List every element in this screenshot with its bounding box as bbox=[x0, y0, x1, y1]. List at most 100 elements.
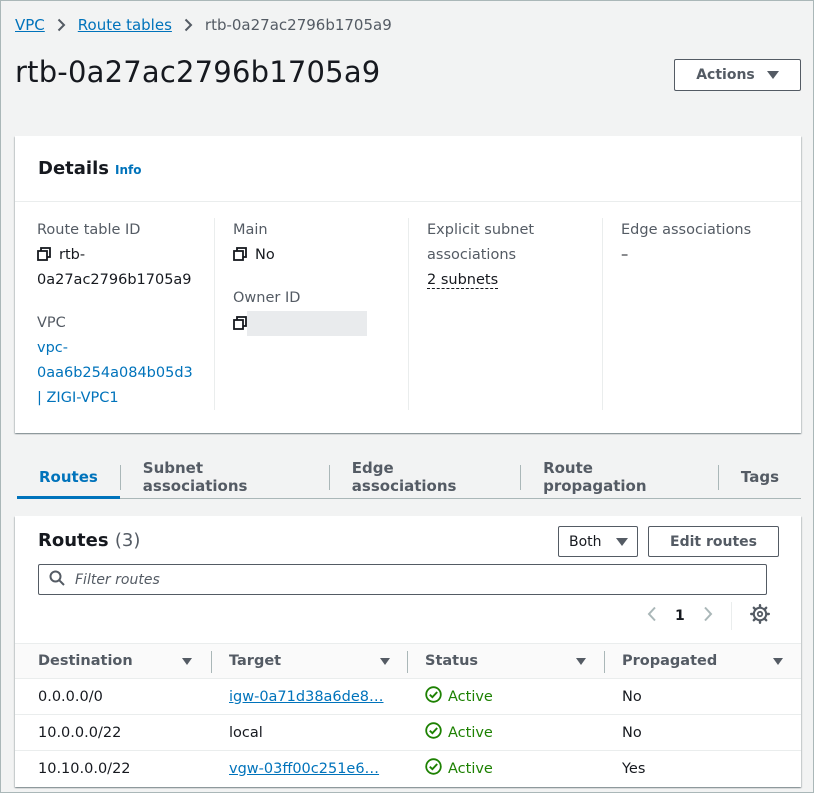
sort-caret-icon[interactable] bbox=[576, 658, 586, 665]
column-header-propagated[interactable]: Propagated bbox=[622, 644, 782, 678]
page-title: rtb-0a27ac2796b1705a9 bbox=[15, 55, 381, 89]
status-active: Active bbox=[425, 758, 493, 779]
main-label: Main bbox=[233, 222, 268, 238]
edge-associations-value: – bbox=[621, 247, 629, 263]
copy-icon[interactable] bbox=[233, 245, 247, 261]
route-table-id-value: rtb- 0a27ac2796b1705a9 bbox=[37, 243, 213, 293]
propagation-filter-select[interactable]: Both bbox=[558, 526, 638, 557]
main-value-row: No bbox=[233, 243, 408, 268]
tab-routes[interactable]: Routes bbox=[17, 457, 120, 499]
tab-edge-associations[interactable]: Edge associations bbox=[330, 457, 520, 497]
filter-routes-input[interactable] bbox=[75, 571, 715, 588]
sort-caret-icon[interactable] bbox=[380, 658, 390, 665]
cell-destination: 10.10.0.0/22 bbox=[38, 760, 131, 777]
gear-icon[interactable] bbox=[749, 604, 770, 628]
routes-table-header: Destination Target Status Propagated bbox=[15, 643, 801, 679]
column-header-propagated-label: Propagated bbox=[622, 653, 718, 669]
column-header-destination-label: Destination bbox=[38, 653, 133, 669]
column-header-status[interactable]: Status bbox=[425, 644, 585, 678]
owner-id-value-row bbox=[233, 311, 408, 337]
table-row: 10.0.0.0/22 local Active No bbox=[15, 715, 801, 751]
tab-bar: Routes Subnet associations Edge associat… bbox=[17, 457, 801, 499]
explicit-subnets-value[interactable]: 2 subnets bbox=[427, 272, 499, 289]
tab-subnet-associations[interactable]: Subnet associations bbox=[121, 457, 329, 497]
vpc-link[interactable]: vpc- 0aa6b254a084b05d3 | ZIGI-VPC1 bbox=[37, 336, 213, 411]
cell-propagated: No bbox=[622, 724, 642, 741]
details-column-4: Edge associations – bbox=[602, 218, 796, 410]
details-column-2: Main No Owner ID bbox=[214, 218, 408, 410]
caret-down-icon bbox=[615, 537, 628, 546]
status-active: Active bbox=[425, 722, 493, 743]
filter-routes-field[interactable] bbox=[38, 564, 767, 595]
search-icon bbox=[49, 570, 65, 590]
table-row: 0.0.0.0/0 igw-0a71d38a6de8… Active No bbox=[15, 679, 801, 715]
owner-id-redacted bbox=[247, 311, 367, 336]
cell-destination: 0.0.0.0/0 bbox=[38, 688, 103, 705]
details-column-1: Route table ID rtb- 0a27ac2796b1705a9 VP… bbox=[37, 218, 213, 410]
column-header-destination[interactable]: Destination bbox=[38, 644, 198, 678]
vpc-line2: 0aa6b254a084b05d3 bbox=[37, 365, 193, 381]
breadcrumb-vpc-link[interactable]: VPC bbox=[15, 16, 45, 34]
explicit-subnet-label-2: associations bbox=[427, 247, 517, 263]
column-header-target[interactable]: Target bbox=[229, 644, 389, 678]
edge-associations-label: Edge associations bbox=[621, 222, 752, 238]
routes-title: Routes (3) bbox=[38, 530, 140, 551]
vpc-line1: vpc- bbox=[37, 340, 68, 356]
vpc-line3: | ZIGI-VPC1 bbox=[37, 390, 119, 406]
route-table-id-line2: 0a27ac2796b1705a9 bbox=[37, 272, 192, 288]
status-text: Active bbox=[448, 760, 493, 777]
propagation-filter-value: Both bbox=[569, 533, 602, 550]
cell-propagated: Yes bbox=[622, 760, 646, 777]
check-circle-icon bbox=[425, 686, 442, 707]
details-column-3: Explicit subnet associations 2 subnets bbox=[408, 218, 602, 410]
pagination: 1 bbox=[647, 602, 770, 630]
column-header-target-label: Target bbox=[229, 653, 282, 669]
sort-caret-icon[interactable] bbox=[773, 658, 783, 665]
cell-destination: 10.0.0.0/22 bbox=[38, 724, 122, 741]
status-active: Active bbox=[425, 686, 493, 707]
main-value: No bbox=[255, 247, 275, 263]
check-circle-icon bbox=[425, 722, 442, 743]
cell-target-link[interactable]: igw-0a71d38a6de8… bbox=[229, 689, 384, 705]
actions-button[interactable]: Actions bbox=[674, 59, 801, 91]
routes-panel: Routes (3) Both Edit routes 1 bbox=[15, 516, 801, 787]
chevron-left-icon[interactable] bbox=[647, 606, 657, 626]
status-text: Active bbox=[448, 688, 493, 705]
chevron-right-icon[interactable] bbox=[703, 606, 713, 626]
copy-icon[interactable] bbox=[37, 245, 51, 261]
chevron-right-icon bbox=[184, 18, 193, 32]
column-divider bbox=[407, 651, 408, 673]
sort-caret-icon[interactable] bbox=[182, 658, 192, 665]
info-link[interactable]: Info bbox=[115, 163, 141, 177]
pager-divider bbox=[730, 602, 732, 630]
breadcrumb: VPC Route tables rtb-0a27ac2796b1705a9 bbox=[15, 15, 392, 35]
actions-button-label: Actions bbox=[696, 67, 755, 83]
check-circle-icon bbox=[425, 758, 442, 779]
details-panel: Details Info Route table ID rtb- 0a27ac2… bbox=[15, 136, 801, 433]
column-header-status-label: Status bbox=[425, 653, 479, 669]
breadcrumb-route-tables-link[interactable]: Route tables bbox=[78, 16, 172, 34]
column-divider bbox=[211, 651, 212, 673]
routes-title-text: Routes bbox=[38, 530, 109, 551]
table-row: 10.10.0.0/22 vgw-03ff00c251e6… Active Ye… bbox=[15, 751, 801, 787]
tab-tags[interactable]: Tags bbox=[719, 457, 801, 497]
routes-count: (3) bbox=[114, 530, 141, 551]
column-divider bbox=[604, 651, 605, 673]
route-table-id-line1: rtb- bbox=[59, 247, 86, 263]
cell-target-link[interactable]: vgw-03ff00c251e6… bbox=[229, 761, 379, 777]
owner-id-label: Owner ID bbox=[233, 290, 301, 306]
copy-icon[interactable] bbox=[233, 314, 247, 330]
tab-route-propagation[interactable]: Route propagation bbox=[521, 457, 718, 497]
vpc-label: VPC bbox=[37, 315, 66, 331]
caret-down-icon bbox=[766, 71, 779, 79]
breadcrumb-current: rtb-0a27ac2796b1705a9 bbox=[204, 16, 392, 34]
edit-routes-button[interactable]: Edit routes bbox=[648, 526, 779, 557]
details-header: Details Info bbox=[15, 136, 801, 202]
chevron-right-icon bbox=[57, 18, 66, 32]
status-text: Active bbox=[448, 724, 493, 741]
cell-propagated: No bbox=[622, 688, 642, 705]
route-table-id-label: Route table ID bbox=[37, 222, 141, 238]
cell-target: local bbox=[229, 724, 263, 741]
page-number[interactable]: 1 bbox=[675, 608, 685, 624]
details-title: Details bbox=[38, 158, 109, 179]
